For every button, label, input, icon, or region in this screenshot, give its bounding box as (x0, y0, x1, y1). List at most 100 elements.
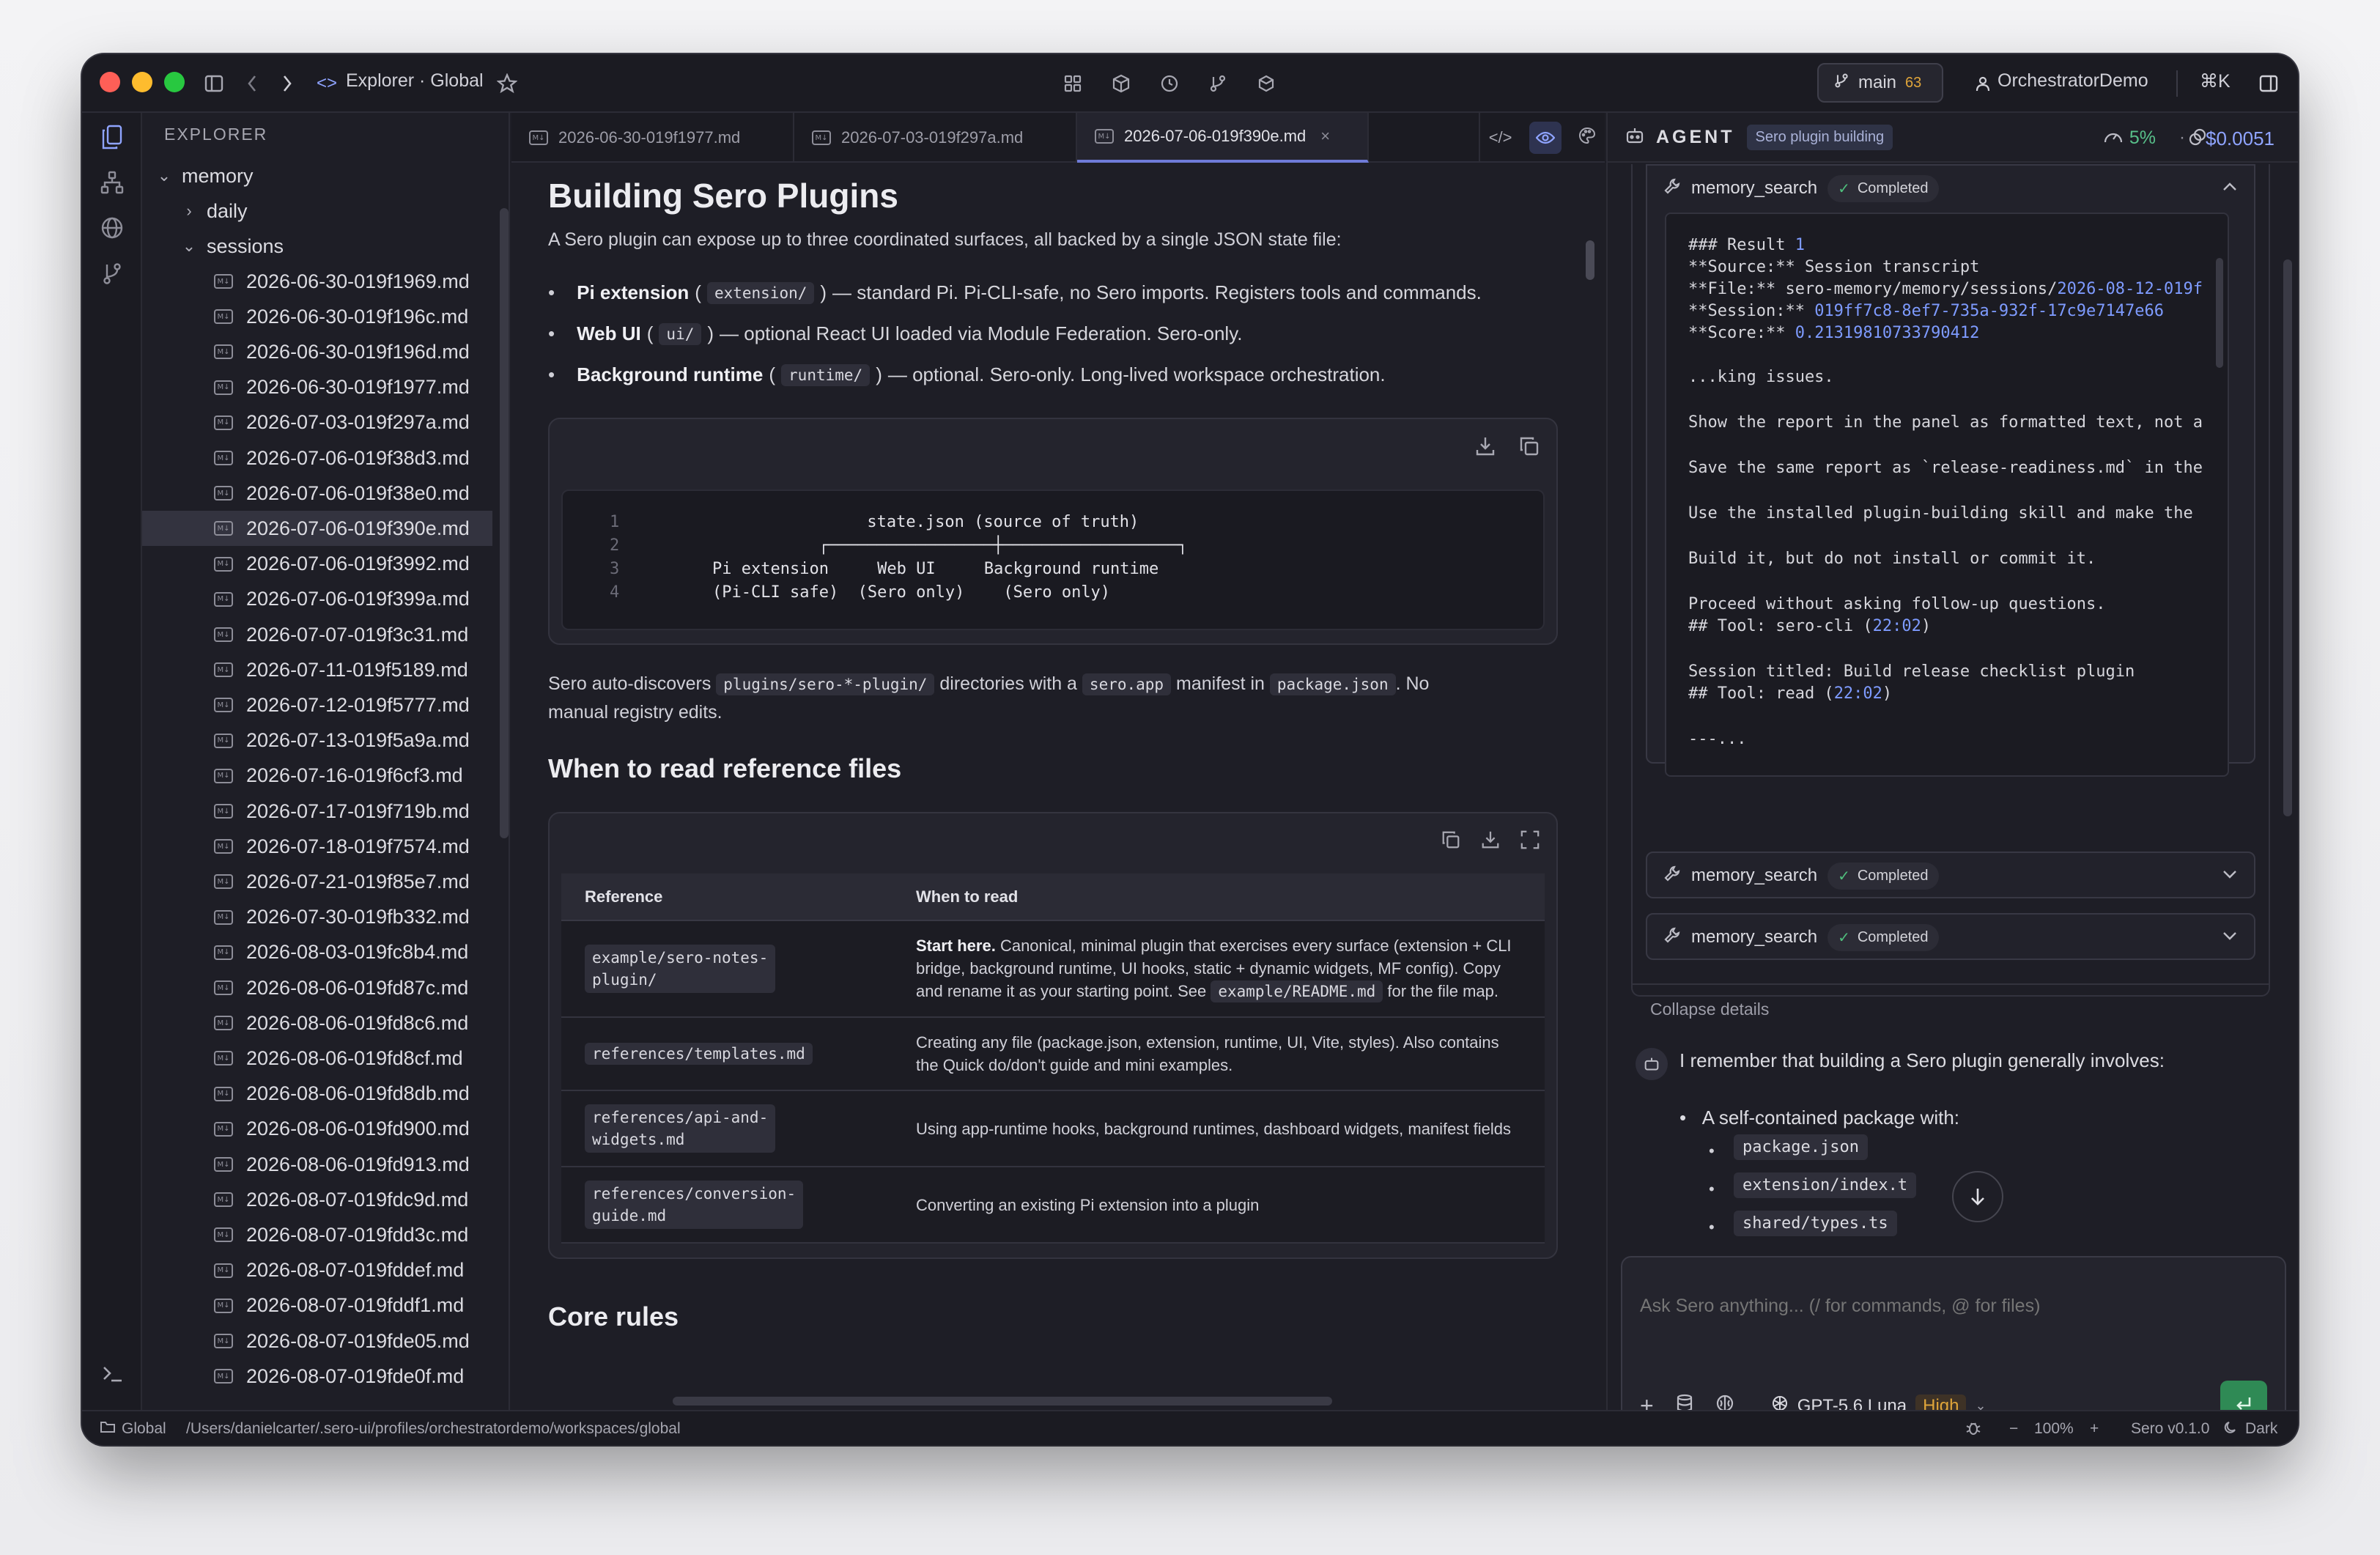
copy-icon[interactable] (1441, 830, 1461, 855)
theme-toggle[interactable]: Dark (2245, 1420, 2277, 1438)
maximize-window-button[interactable] (164, 72, 185, 92)
file-label: 2026-06-30-019f196c.md (246, 305, 469, 328)
session-tag[interactable]: Sero plugin building (1746, 124, 1893, 150)
horizontal-scrollbar[interactable] (673, 1397, 1332, 1406)
file-item[interactable]: M↓ 2026-08-03-019fc8b4.md (142, 935, 492, 970)
result-scrollbar[interactable] (2216, 258, 2223, 368)
chevron-up-icon[interactable] (2222, 177, 2238, 196)
palette-icon[interactable] (1578, 127, 1596, 149)
agent-scrollbar[interactable] (2283, 259, 2292, 816)
user-name[interactable]: OrchestratorDemo (1998, 70, 2148, 92)
file-item[interactable]: M↓ 2026-08-06-019fd87c.md (142, 970, 492, 1005)
file-item[interactable]: M↓ 2026-07-06-019f390e.md (142, 511, 492, 547)
file-item[interactable]: M↓ 2026-07-06-019f3992.md (142, 547, 492, 582)
copy-icon[interactable] (1518, 435, 1540, 462)
back-chevron-icon[interactable] (237, 69, 267, 98)
file-item[interactable]: M↓ 2026-07-11-019f5189.md (142, 652, 492, 687)
file-item[interactable]: M↓ 2026-07-06-019f38d3.md (142, 440, 492, 476)
tab-label: 2026-06-30-019f1977.md (558, 128, 741, 147)
file-item[interactable]: M↓ 2026-07-30-019fb332.md (142, 900, 492, 935)
tab-file[interactable]: M↓ 2026-06-30-019f1977.md (511, 113, 794, 163)
file-item[interactable]: M↓ 2026-08-06-019fd8c6.md (142, 1005, 492, 1041)
file-item[interactable]: M↓ 2026-08-07-019fdc9d.md (142, 1182, 492, 1217)
fullscreen-icon[interactable] (1520, 830, 1540, 855)
inline-code: sero.app (1082, 673, 1172, 695)
vertical-scrollbar[interactable] (1586, 240, 1594, 280)
command-shortcut[interactable]: ⌘K (2200, 70, 2231, 92)
sidebar-toggle-icon[interactable] (199, 69, 229, 98)
file-item[interactable]: M↓ 2026-08-06-019fd913.md (142, 1147, 492, 1182)
tool-call-collapsed[interactable]: memory_search ✓ Completed (1646, 852, 2255, 898)
breadcrumb[interactable]: Explorer · Global (346, 70, 484, 92)
download-icon[interactable] (1474, 435, 1496, 462)
file-item[interactable]: M↓ 2026-06-30-019f196c.md (142, 299, 492, 334)
file-item[interactable]: M↓ 2026-08-06-019fd8db.md (142, 1076, 492, 1112)
file-item[interactable]: M↓ 2026-07-16-019f6cf3.md (142, 758, 492, 794)
file-item[interactable]: M↓ 2026-07-21-019f85e7.md (142, 864, 492, 899)
preview-eye-icon[interactable] (1529, 122, 1562, 154)
file-item[interactable]: M↓ 2026-07-06-019f399a.md (142, 582, 492, 617)
bug-icon[interactable] (1965, 1420, 1981, 1441)
file-item[interactable]: M↓ 2026-08-07-019fde0f.md (142, 1359, 492, 1394)
terminal-icon[interactable] (97, 1359, 128, 1389)
file-item[interactable]: M↓ 2026-08-07-019fde05.md (142, 1323, 492, 1359)
text: ## Tool: sero-cli ( (1688, 617, 1873, 635)
collapse-details-link[interactable]: Collapse details (1650, 1000, 1769, 1019)
tool-call-header[interactable]: memory_search ✓ Completed (1647, 853, 2254, 898)
tool-call-collapsed[interactable]: memory_search ✓ Completed (1646, 913, 2255, 960)
sidebar-scrollbar[interactable] (500, 208, 509, 838)
folder-sessions[interactable]: ⌄ sessions (142, 229, 492, 264)
folder-memory[interactable]: ⌄ memory (142, 158, 492, 193)
source-view-icon[interactable]: </> (1489, 128, 1512, 147)
workspace-name[interactable]: Global (122, 1420, 166, 1438)
chevron-down-icon[interactable] (2222, 865, 2238, 884)
git-branch-icon[interactable] (1203, 69, 1232, 98)
tool-call-header[interactable]: memory_search ✓ Completed (1647, 915, 2254, 960)
file-item[interactable]: M↓ 2026-06-30-019f1969.md (142, 264, 492, 299)
file-label: 2026-07-18-019f7574.md (246, 835, 470, 857)
inline-code: example/sero-notes-plugin/ (585, 945, 776, 993)
bullet-text: — optional React UI loaded via Module Fe… (720, 322, 1243, 344)
folder-daily[interactable]: › daily (142, 193, 492, 229)
file-item[interactable]: M↓ 2026-07-18-019f7574.md (142, 829, 492, 864)
file-item[interactable]: M↓ 2026-07-07-019f3c31.md (142, 617, 492, 652)
file-item[interactable]: M↓ 2026-08-07-019fddef.md (142, 1253, 492, 1288)
file-item[interactable]: M↓ 2026-07-12-019f5777.md (142, 687, 492, 723)
zoom-out-button[interactable]: − (2009, 1420, 2018, 1438)
tab-close-icon[interactable]: × (1320, 127, 1330, 146)
close-window-button[interactable] (100, 72, 120, 92)
tool-call-header[interactable]: memory_search ✓ Completed (1647, 166, 2254, 211)
chevron-down-icon[interactable] (2222, 926, 2238, 945)
source-control-icon[interactable] (97, 258, 128, 289)
file-item[interactable]: M↓ 2026-08-07-019fdd3c.md (142, 1217, 492, 1252)
markdown-file-icon: M↓ (214, 1369, 233, 1384)
file-item[interactable]: M↓ 2026-06-30-019f1977.md (142, 370, 492, 405)
file-item[interactable]: M↓ 2026-08-06-019fd900.md (142, 1112, 492, 1147)
files-icon[interactable] (97, 122, 128, 152)
tab-file[interactable]: M↓ 2026-07-03-019f297a.md (794, 113, 1077, 163)
hierarchy-icon[interactable] (97, 167, 128, 198)
download-icon[interactable] (1480, 830, 1501, 855)
file-item[interactable]: M↓ 2026-07-17-019f719b.md (142, 794, 492, 829)
panel-toggle-icon[interactable] (2254, 69, 2283, 98)
box-icon[interactable] (1252, 69, 1281, 98)
forward-chevron-icon[interactable] (273, 69, 302, 98)
branch-selector[interactable]: main 63 (1817, 63, 1943, 103)
chat-input[interactable] (1640, 1296, 2270, 1317)
file-item[interactable]: M↓ 2026-07-03-019f297a.md (142, 405, 492, 440)
package-icon[interactable] (1106, 69, 1136, 98)
clock-icon[interactable] (1155, 69, 1184, 98)
zoom-in-button[interactable]: + (2090, 1420, 2099, 1438)
scroll-down-button[interactable] (1952, 1171, 2003, 1222)
file-item[interactable]: M↓ 2026-08-07-019fddf1.md (142, 1288, 492, 1323)
tab-file-active[interactable]: M↓ 2026-07-06-019f390e.md × (1077, 113, 1369, 163)
star-icon[interactable] (492, 69, 522, 98)
result-line: Proceed without asking follow-up questio… (1688, 595, 2106, 613)
file-item[interactable]: M↓ 2026-07-13-019f5a9a.md (142, 723, 492, 758)
grid-icon[interactable] (1058, 69, 1087, 98)
file-item[interactable]: M↓ 2026-08-06-019fd8cf.md (142, 1041, 492, 1076)
file-item[interactable]: M↓ 2026-07-06-019f38e0.md (142, 476, 492, 511)
minimize-window-button[interactable] (132, 72, 152, 92)
globe-icon[interactable] (97, 213, 128, 243)
file-item[interactable]: M↓ 2026-06-30-019f196d.md (142, 334, 492, 369)
